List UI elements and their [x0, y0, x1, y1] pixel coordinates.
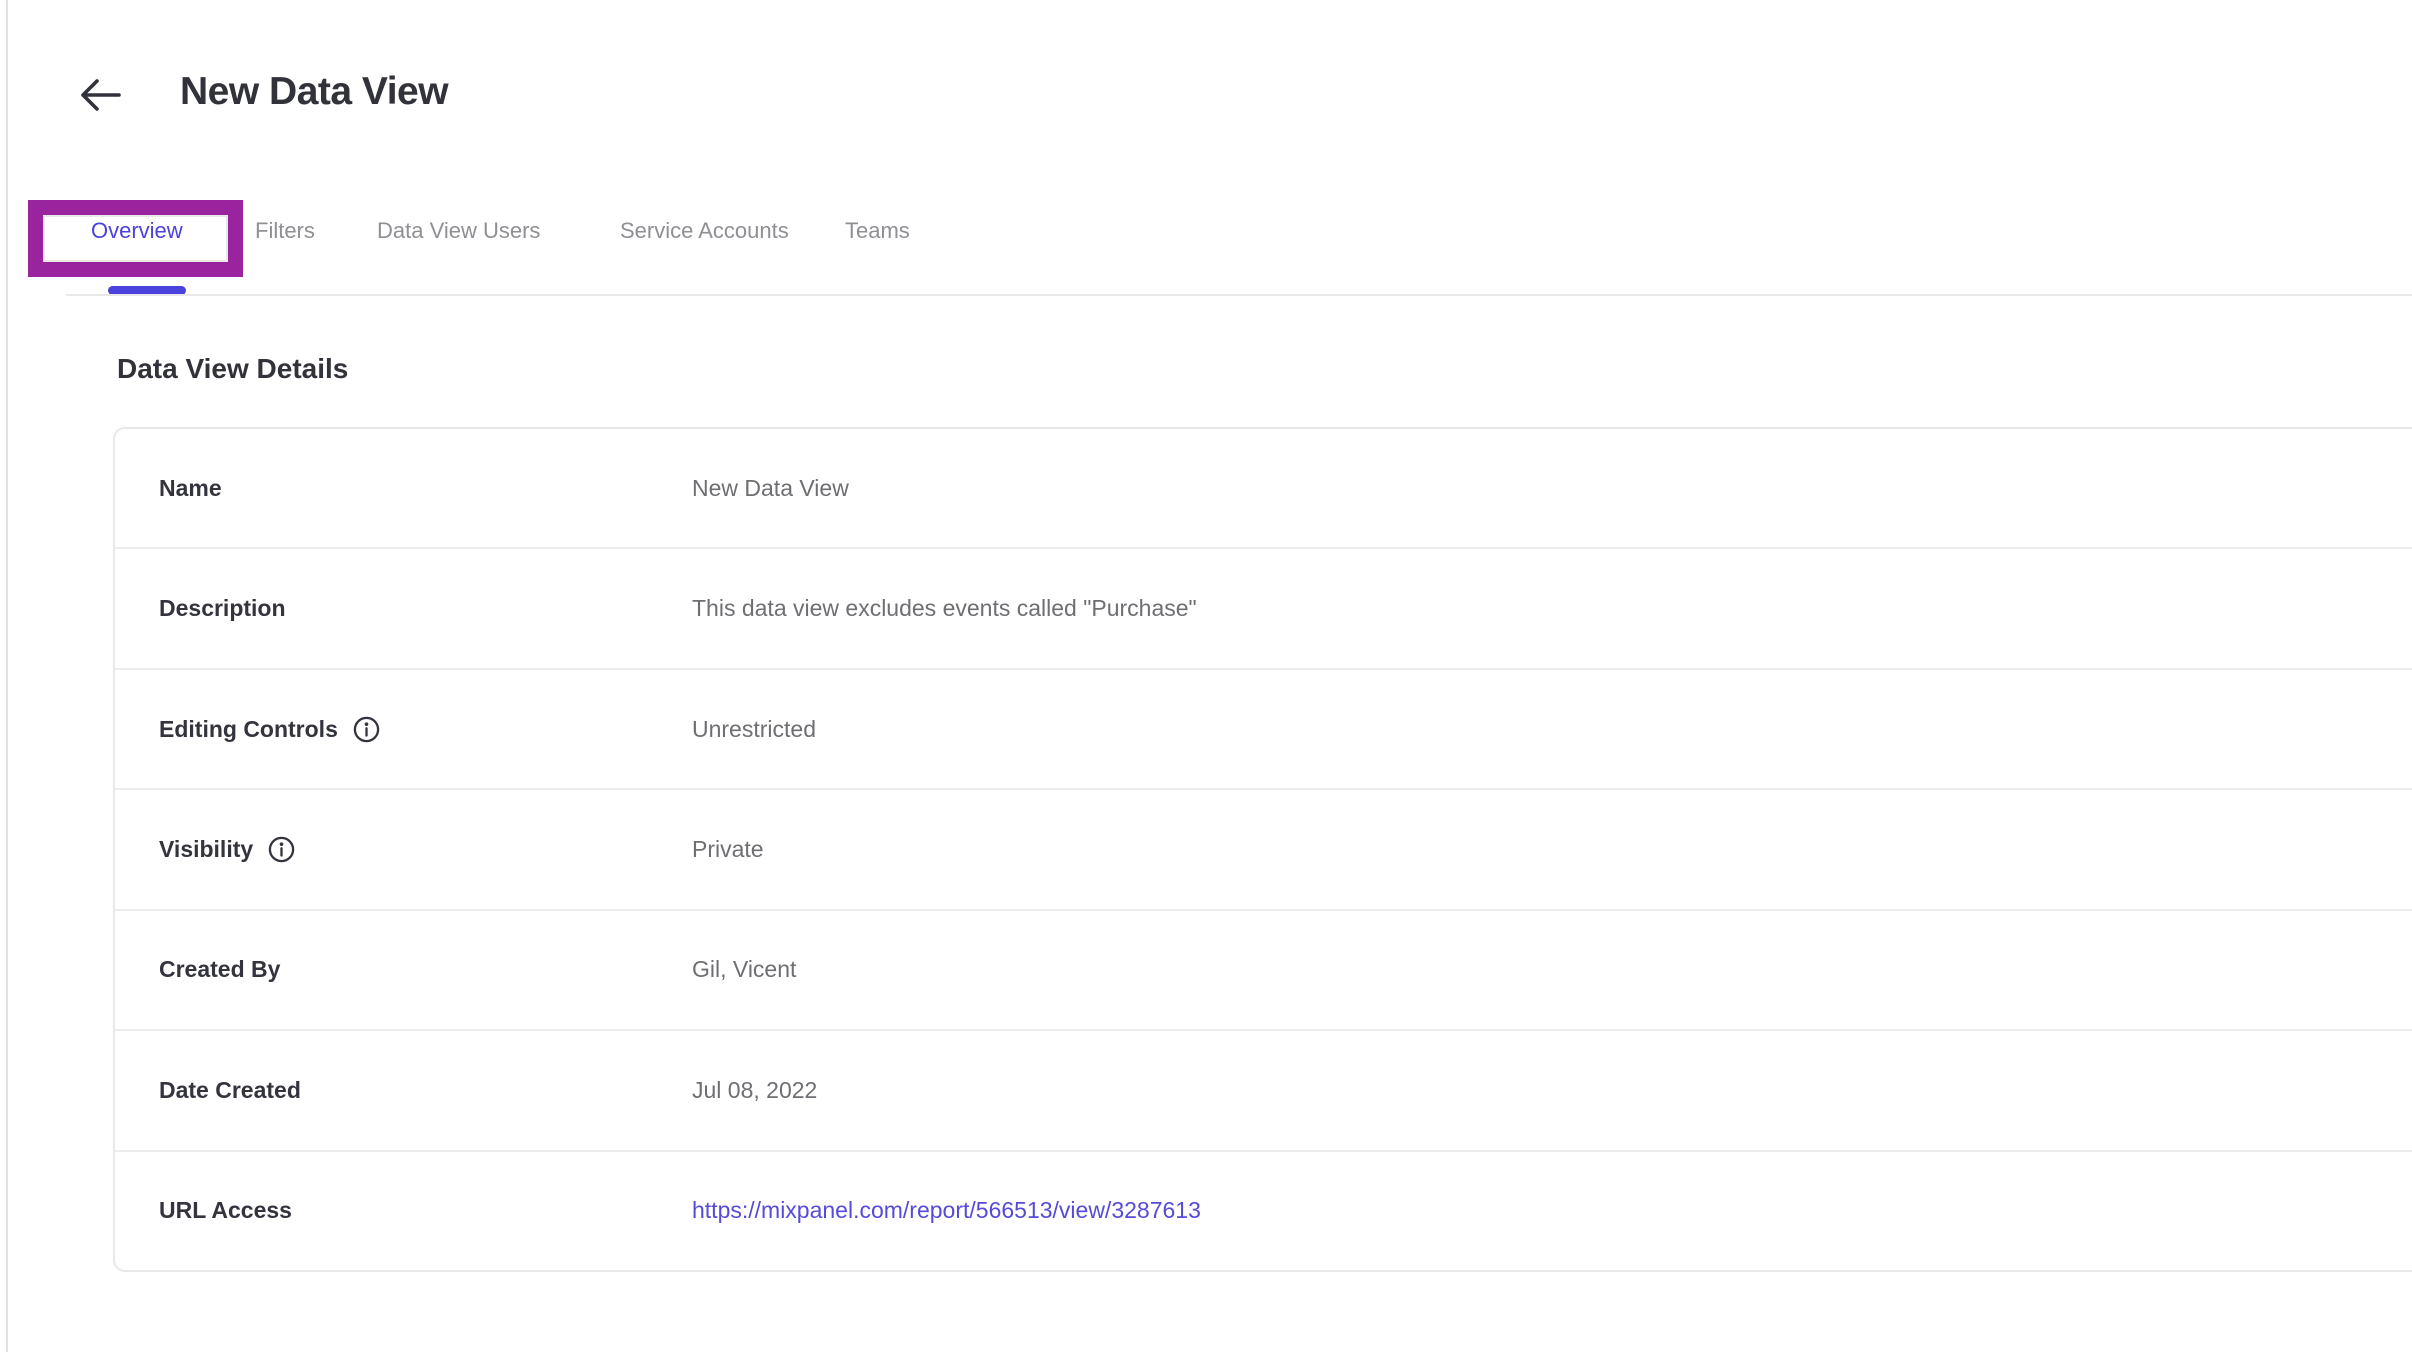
- tab-filters[interactable]: Filters: [255, 218, 315, 244]
- row-value: Jul 08, 2022: [692, 1077, 817, 1104]
- info-icon[interactable]: [352, 715, 381, 744]
- tab-bar: Overview Filters Data View Users Service…: [0, 218, 2412, 258]
- table-row-url-access: URL Access https://mixpanel.com/report/5…: [115, 1150, 2412, 1270]
- table-row-visibility: Visibility Private: [115, 788, 2412, 908]
- tab-data-view-users[interactable]: Data View Users: [377, 218, 540, 244]
- row-label: Name: [159, 475, 222, 502]
- row-label: Editing Controls: [159, 716, 338, 743]
- row-label: Description: [159, 595, 286, 622]
- table-row-description: Description This data view excludes even…: [115, 547, 2412, 667]
- data-view-url-link[interactable]: https://mixpanel.com/report/566513/view/…: [692, 1197, 1201, 1223]
- tab-bar-divider: [66, 294, 2412, 296]
- row-value: Unrestricted: [692, 716, 816, 743]
- arrow-left-icon: [77, 76, 123, 117]
- sidebar-edge-divider: [6, 0, 8, 1352]
- page-title: New Data View: [180, 70, 448, 114]
- row-label: Visibility: [159, 836, 253, 863]
- row-value: Gil, Vicent: [692, 956, 796, 983]
- table-row-name: Name New Data View: [115, 429, 2412, 547]
- table-row-editing-controls: Editing Controls Unrestricted: [115, 668, 2412, 788]
- section-heading: Data View Details: [117, 353, 348, 385]
- tab-overview[interactable]: Overview: [91, 218, 183, 244]
- tab-service-accounts[interactable]: Service Accounts: [620, 218, 789, 244]
- back-button[interactable]: [76, 74, 124, 118]
- row-value: New Data View: [692, 475, 849, 502]
- table-row-created-by: Created By Gil, Vicent: [115, 909, 2412, 1029]
- row-label: URL Access: [159, 1197, 292, 1224]
- tab-teams[interactable]: Teams: [845, 218, 910, 244]
- row-label: Created By: [159, 956, 280, 983]
- row-label: Date Created: [159, 1077, 301, 1104]
- data-view-details-card: Name New Data View Description This data…: [113, 427, 2412, 1272]
- data-view-settings-page: New Data View Overview Filters Data View…: [0, 0, 2412, 1352]
- row-value: Private: [692, 836, 764, 863]
- table-row-date-created: Date Created Jul 08, 2022: [115, 1029, 2412, 1149]
- info-icon[interactable]: [267, 835, 296, 864]
- row-value: This data view excludes events called "P…: [692, 595, 1197, 622]
